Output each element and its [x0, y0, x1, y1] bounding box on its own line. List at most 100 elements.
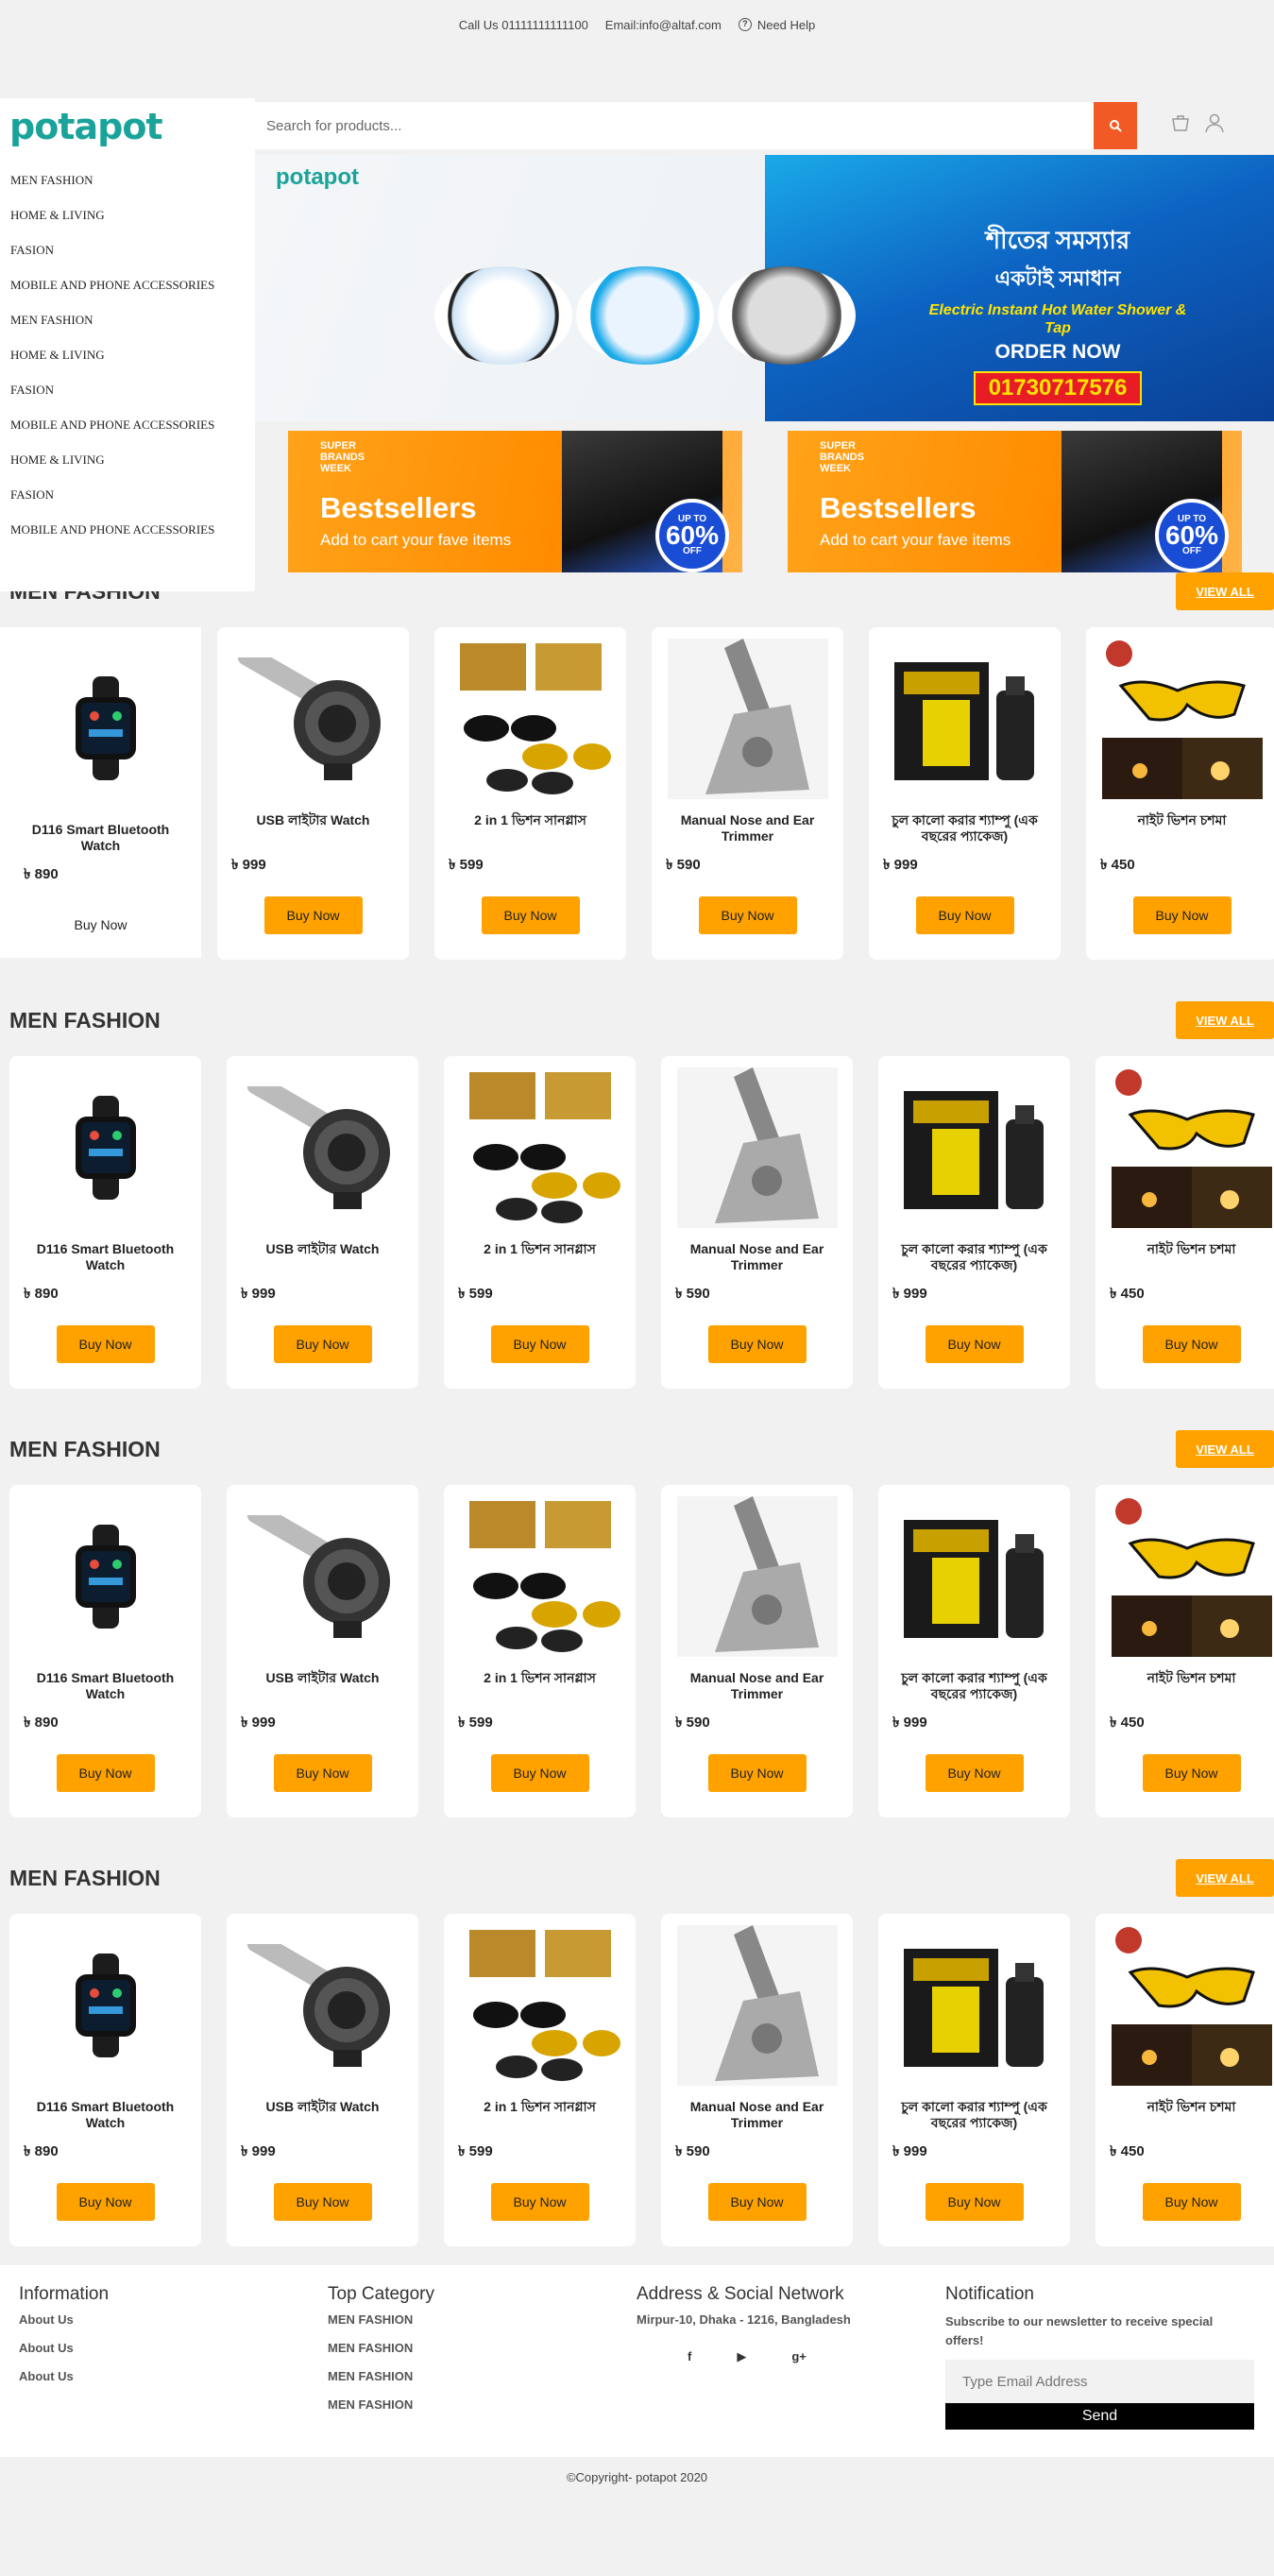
- sidebar-item[interactable]: HOME & LIVING: [0, 448, 255, 483]
- google-plus-icon[interactable]: g+: [791, 2349, 807, 2364]
- product-name[interactable]: USB লাইটার Watch: [241, 2099, 404, 2131]
- product-name[interactable]: USB লাইটার Watch: [241, 1670, 404, 1702]
- product-name[interactable]: নাইট ভিশন চশমা: [1100, 812, 1264, 844]
- product-card[interactable]: Manual Nose and Ear Trimmer ৳ 590 Buy Now: [661, 1056, 853, 1389]
- trimmer-icon[interactable]: [675, 1494, 840, 1659]
- night-glasses-icon[interactable]: [1110, 1923, 1274, 2088]
- product-name[interactable]: Manual Nose and Ear Trimmer: [675, 1241, 839, 1273]
- sunglasses-icon[interactable]: [458, 1066, 622, 1230]
- product-card[interactable]: চুল কালো করার শ্যাম্পু (এক বছরের প্যাকেজ…: [878, 1056, 1070, 1389]
- buy-now-button[interactable]: Buy Now: [698, 896, 797, 934]
- buy-now-button[interactable]: Buy Now: [263, 896, 363, 934]
- footer-link[interactable]: About Us: [19, 2369, 328, 2383]
- night-glasses-icon[interactable]: [1110, 1066, 1274, 1230]
- product-name[interactable]: নাইট ভিশন চশমা: [1110, 1241, 1273, 1273]
- product-card[interactable]: USB লাইটার Watch ৳ 999 Buy Now: [217, 627, 409, 960]
- product-name[interactable]: 2 in 1 ভিশন সানগ্লাস: [449, 812, 612, 844]
- buy-now-button[interactable]: Buy Now: [481, 896, 580, 934]
- product-card[interactable]: Manual Nose and Ear Trimmer ৳ 590 Buy Now: [652, 627, 843, 960]
- product-card[interactable]: D116 Smart Bluetooth Watch ৳ 890 Buy Now: [9, 637, 192, 948]
- promo-banner[interactable]: SUPER BRANDS WEEK Bestsellers Add to car…: [788, 431, 1242, 572]
- shampoo-icon[interactable]: [883, 637, 1047, 801]
- product-card[interactable]: 2 in 1 ভিশন সানগ্লাস ৳ 599 Buy Now: [444, 1056, 636, 1389]
- buy-now-button[interactable]: Buy Now: [56, 2183, 155, 2221]
- sidebar-item[interactable]: MOBILE AND PHONE ACCESSORIES: [0, 413, 255, 448]
- product-card[interactable]: D116 Smart Bluetooth Watch ৳ 890 Buy Now: [9, 1056, 201, 1389]
- view-all-button[interactable]: VIEW ALL: [1176, 1001, 1274, 1039]
- smartwatch-icon[interactable]: [24, 1066, 188, 1230]
- product-name[interactable]: চুল কালো করার শ্যাম্পু (এক বছরের প্যাকেজ…: [892, 1670, 1056, 1702]
- lighter-watch-icon[interactable]: [241, 1923, 405, 2088]
- search-button[interactable]: [1094, 102, 1137, 149]
- product-card[interactable]: নাইট ভিশন চশমা ৳ 450 Buy Now: [1096, 1056, 1274, 1389]
- need-help-link[interactable]: ? Need Help: [738, 18, 815, 32]
- product-card[interactable]: USB লাইটার Watch ৳ 999 Buy Now: [227, 1056, 418, 1389]
- buy-now-button[interactable]: Buy Now: [707, 1754, 807, 1792]
- user-icon[interactable]: [1203, 111, 1226, 134]
- product-card[interactable]: 2 in 1 ভিশন সানগ্লাস ৳ 599 Buy Now: [444, 1485, 636, 1817]
- product-name[interactable]: D116 Smart Bluetooth Watch: [24, 1670, 187, 1702]
- smartwatch-icon[interactable]: [24, 1923, 188, 2088]
- buy-now-button[interactable]: Buy Now: [707, 1325, 807, 1363]
- product-card[interactable]: D116 Smart Bluetooth Watch ৳ 890 Buy Now: [9, 1914, 201, 2246]
- sidebar-item[interactable]: HOME & LIVING: [0, 343, 255, 378]
- footer-link[interactable]: MEN FASHION: [328, 2341, 637, 2355]
- product-card[interactable]: নাইট ভিশন চশমা ৳ 450 Buy Now: [1096, 1914, 1274, 2246]
- buy-now-button[interactable]: Buy Now: [490, 2183, 589, 2221]
- cart-icon[interactable]: [1169, 111, 1192, 134]
- product-name[interactable]: চুল কালো করার শ্যাম্পু (এক বছরের প্যাকেজ…: [892, 2099, 1056, 2131]
- product-name[interactable]: নাইট ভিশন চশমা: [1110, 1670, 1273, 1702]
- trimmer-icon[interactable]: [666, 637, 830, 801]
- product-card[interactable]: 2 in 1 ভিশন সানগ্লাস ৳ 599 Buy Now: [434, 627, 626, 960]
- trimmer-icon[interactable]: [675, 1923, 840, 2088]
- smartwatch-icon[interactable]: [24, 646, 188, 810]
- buy-now-button[interactable]: Buy Now: [925, 1754, 1024, 1792]
- buy-now-button[interactable]: Buy Now: [490, 1754, 589, 1792]
- buy-now-button[interactable]: Buy Now: [925, 2183, 1024, 2221]
- buy-now-button[interactable]: Buy Now: [56, 1325, 155, 1363]
- night-glasses-icon[interactable]: [1110, 1494, 1274, 1659]
- product-name[interactable]: 2 in 1 ভিশন সানগ্লাস: [458, 2099, 621, 2131]
- buy-now-button[interactable]: Buy Now: [56, 1754, 155, 1792]
- buy-now-button[interactable]: Buy Now: [1142, 2183, 1241, 2221]
- sidebar-item[interactable]: FASION: [0, 378, 255, 413]
- product-card[interactable]: চুল কালো করার শ্যাম্পু (এক বছরের প্যাকেজ…: [878, 1485, 1070, 1817]
- sidebar-item[interactable]: MOBILE AND PHONE ACCESSORIES: [0, 273, 255, 308]
- footer-link[interactable]: MEN FASHION: [328, 2369, 637, 2383]
- lighter-watch-icon[interactable]: [231, 637, 396, 801]
- buy-now-button[interactable]: Buy Now: [1142, 1754, 1241, 1792]
- product-name[interactable]: Manual Nose and Ear Trimmer: [675, 1670, 839, 1702]
- product-card[interactable]: 2 in 1 ভিশন সানগ্লাস ৳ 599 Buy Now: [444, 1914, 636, 2246]
- product-card[interactable]: Manual Nose and Ear Trimmer ৳ 590 Buy Now: [661, 1914, 853, 2246]
- buy-now-button[interactable]: Buy Now: [1142, 1325, 1241, 1363]
- footer-link[interactable]: MEN FASHION: [328, 2312, 637, 2327]
- send-button[interactable]: Send: [945, 2403, 1254, 2430]
- sunglasses-icon[interactable]: [458, 1923, 622, 2088]
- product-name[interactable]: চুল কালো করার শ্যাম্পু (এক বছরের প্যাকেজ…: [883, 812, 1046, 844]
- product-name[interactable]: USB লাইটার Watch: [241, 1241, 404, 1273]
- hero-banner[interactable]: potapot শীতের সমস্যার একটাই সমাধান Elect…: [255, 155, 1274, 421]
- buy-now-button[interactable]: Buy Now: [1132, 896, 1232, 934]
- view-all-button[interactable]: VIEW ALL: [1176, 1859, 1274, 1897]
- product-card[interactable]: চুল কালো করার শ্যাম্পু (এক বছরের প্যাকেজ…: [869, 627, 1061, 960]
- sunglasses-icon[interactable]: [458, 1494, 622, 1659]
- footer-link[interactable]: About Us: [19, 2312, 328, 2327]
- shampoo-icon[interactable]: [892, 1066, 1057, 1230]
- site-logo[interactable]: potapot: [9, 106, 163, 147]
- smartwatch-icon[interactable]: [24, 1494, 188, 1659]
- product-name[interactable]: D116 Smart Bluetooth Watch: [24, 822, 178, 854]
- product-name[interactable]: 2 in 1 ভিশন সানগ্লাস: [458, 1670, 621, 1702]
- facebook-icon[interactable]: f: [688, 2349, 691, 2364]
- buy-now-button[interactable]: Buy Now: [925, 1325, 1024, 1363]
- product-card[interactable]: চুল কালো করার শ্যাম্পু (এক বছরের প্যাকেজ…: [878, 1914, 1070, 2246]
- sidebar-item[interactable]: MOBILE AND PHONE ACCESSORIES: [0, 518, 255, 553]
- buy-now-button[interactable]: Buy Now: [915, 896, 1014, 934]
- sidebar-item[interactable]: HOME & LIVING: [0, 203, 255, 238]
- product-name[interactable]: USB লাইটার Watch: [231, 812, 395, 844]
- view-all-button[interactable]: VIEW ALL: [1176, 1430, 1274, 1468]
- buy-now-button[interactable]: Buy Now: [273, 1754, 372, 1792]
- sunglasses-icon[interactable]: [449, 637, 613, 801]
- shampoo-icon[interactable]: [892, 1494, 1057, 1659]
- product-name[interactable]: Manual Nose and Ear Trimmer: [666, 812, 829, 844]
- sidebar-item[interactable]: FASION: [0, 238, 255, 273]
